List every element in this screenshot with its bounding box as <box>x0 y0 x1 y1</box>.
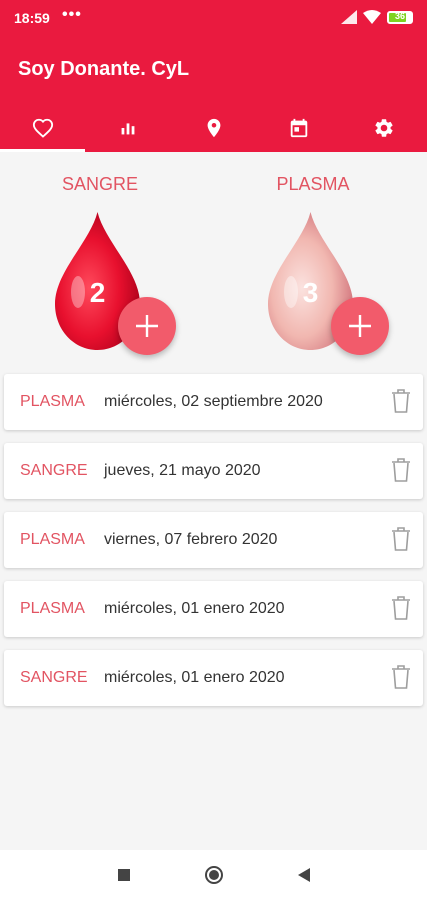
donation-item[interactable]: PLASMA miércoles, 01 enero 2020 <box>4 581 423 637</box>
trash-icon <box>392 527 410 551</box>
donation-type: PLASMA <box>20 600 85 617</box>
donation-type: SANGRE <box>20 669 88 686</box>
plus-icon <box>136 315 158 337</box>
tab-donations[interactable] <box>0 104 86 152</box>
tab-bar <box>0 104 427 152</box>
donation-date: miércoles, 01 enero 2020 <box>104 669 285 686</box>
wifi-icon <box>363 10 381 24</box>
home-button[interactable] <box>204 865 224 885</box>
delete-button[interactable] <box>391 664 411 690</box>
bar-chart-icon <box>121 123 135 135</box>
donation-date: miércoles, 01 enero 2020 <box>104 600 285 617</box>
app-bar: Soy Donante. CyL <box>0 36 427 104</box>
add-sangre-button[interactable] <box>118 297 176 355</box>
donation-item[interactable]: PLASMA miércoles, 02 septiembre 2020 <box>4 374 423 430</box>
sangre-summary: SANGRE 2 <box>0 152 200 372</box>
system-nav-bar <box>0 850 427 900</box>
tab-stats[interactable] <box>85 104 170 152</box>
plus-icon <box>349 315 371 337</box>
trash-icon <box>392 458 410 482</box>
trash-icon <box>392 596 410 620</box>
app-title: Soy Donante. CyL <box>18 58 190 80</box>
heart-icon <box>32 118 53 138</box>
delete-button[interactable] <box>391 457 411 483</box>
delete-button[interactable] <box>391 388 411 414</box>
donation-date: jueves, 21 mayo 2020 <box>104 462 261 479</box>
donation-date: viernes, 07 febrero 2020 <box>104 531 278 548</box>
donation-summary: SANGRE 2 PLASMA 3 <box>0 152 427 372</box>
battery-icon: 36 <box>387 10 413 24</box>
map-pin-icon <box>207 118 220 138</box>
donation-date: miércoles, 02 septiembre 2020 <box>104 393 323 410</box>
calendar-icon <box>290 118 308 138</box>
notification-dots: ••• <box>62 6 82 23</box>
donation-item[interactable]: SANGRE miércoles, 01 enero 2020 <box>4 650 423 706</box>
delete-button[interactable] <box>391 595 411 621</box>
donation-item[interactable]: SANGRE jueves, 21 mayo 2020 <box>4 443 423 499</box>
donation-list: PLASMA miércoles, 02 septiembre 2020 SAN… <box>4 374 423 719</box>
battery-level: 36 <box>394 10 405 21</box>
sangre-label: SANGRE <box>61 174 139 194</box>
status-bar: 18:59 ••• 36 <box>0 0 427 36</box>
delete-button[interactable] <box>391 526 411 552</box>
gear-icon <box>375 119 393 137</box>
tab-calendar[interactable] <box>256 104 341 152</box>
donation-type: PLASMA <box>20 393 85 410</box>
status-icons: 36 <box>341 10 413 24</box>
plasma-summary: PLASMA 3 <box>213 152 413 372</box>
content: SANGRE 2 PLASMA 3 PLASMA miércoles, 02 s… <box>0 152 427 706</box>
status-time: 18:59 <box>14 10 50 26</box>
tab-locations[interactable] <box>171 104 256 152</box>
plasma-label: PLASMA <box>276 174 350 194</box>
recents-button[interactable] <box>114 865 134 885</box>
back-button[interactable] <box>294 865 314 885</box>
triangle-back-icon <box>297 868 310 882</box>
trash-icon <box>392 665 410 689</box>
signal-icon <box>341 10 357 24</box>
trash-icon <box>392 389 410 413</box>
donation-type: SANGRE <box>20 462 88 479</box>
add-plasma-button[interactable] <box>331 297 389 355</box>
tab-settings[interactable] <box>342 104 427 152</box>
donation-item[interactable]: PLASMA viernes, 07 febrero 2020 <box>4 512 423 568</box>
donation-type: PLASMA <box>20 531 85 548</box>
square-icon <box>117 869 130 881</box>
circle-icon <box>204 866 223 884</box>
